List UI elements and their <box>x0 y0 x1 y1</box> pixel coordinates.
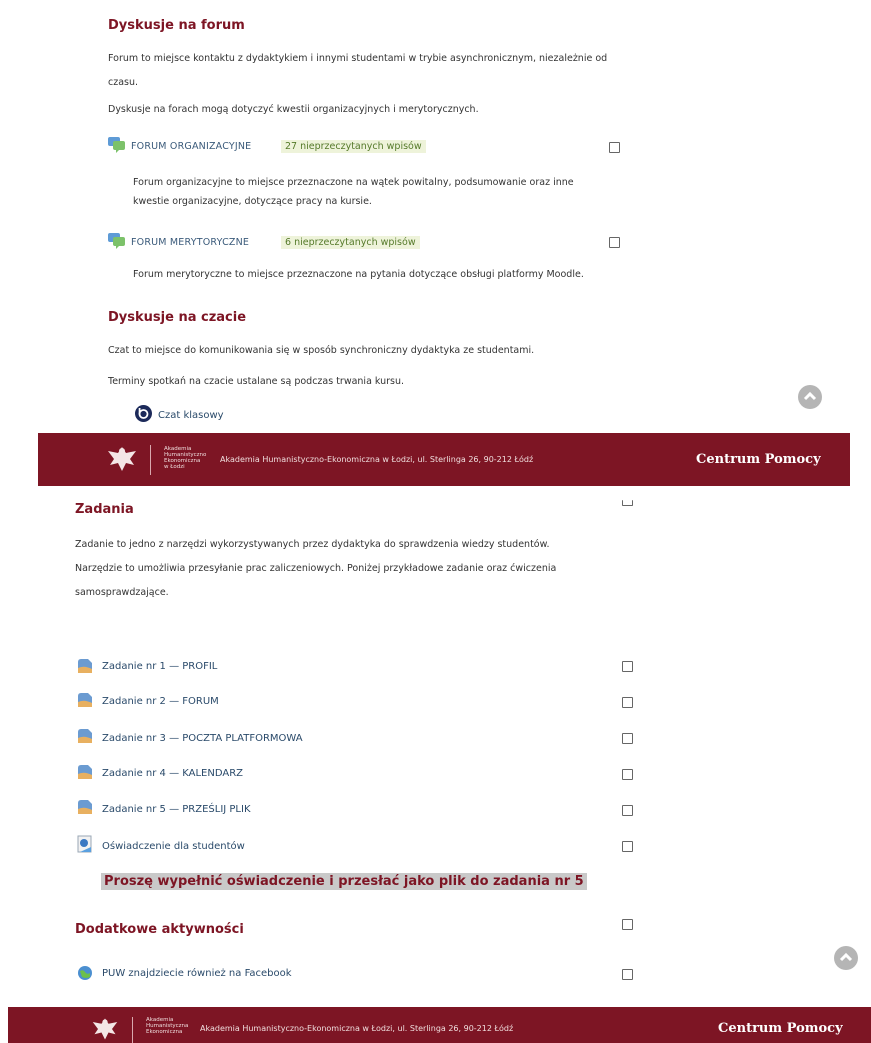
footer: Akademia Humanistyczno Ekonomiczna w Łod… <box>38 433 850 486</box>
forum-desc-line2: czasu. <box>108 77 139 88</box>
completion-checkbox[interactable] <box>622 919 633 930</box>
document-icon <box>76 835 94 853</box>
completion-checkbox[interactable] <box>622 969 633 980</box>
completion-checkbox[interactable] <box>622 841 633 852</box>
url-icon <box>77 965 93 981</box>
tasks-desc-line2: Narzędzie to umożliwia przesyłanie prac … <box>75 563 557 574</box>
completion-checkbox[interactable] <box>622 733 633 744</box>
tasks-desc-line1: Zadanie to jedno z narzędzi wykorzystywa… <box>75 539 550 550</box>
task-link-5[interactable]: Zadanie nr 5 — PRZEŚLIJ PLIK <box>102 804 251 815</box>
completion-checkbox[interactable] <box>609 142 620 153</box>
forum-heading: Dyskusje na forum <box>108 18 245 33</box>
task-link-4[interactable]: Zadanie nr 4 — KALENDARZ <box>102 768 243 779</box>
chat-icon <box>135 405 152 422</box>
forum-merytoryczne-unread[interactable]: 6 nieprzeczytanych wpisów <box>281 236 420 249</box>
forum-desc2: Dyskusje na forach mogą dotyczyć kwestii… <box>108 104 479 115</box>
extra-heading: Dodatkowe aktywności <box>75 922 244 937</box>
task-link-2[interactable]: Zadanie nr 2 — FORUM <box>102 696 219 707</box>
tasks-desc-line3: samosprawdzające. <box>75 587 169 598</box>
footer-address: Akademia Humanistyczno-Ekonomiczna w Łod… <box>220 455 534 464</box>
assignment-icon <box>76 798 94 816</box>
university-name: Akademia Humanistyczna Ekonomiczna <box>146 1017 189 1035</box>
help-center-link[interactable]: Centrum Pomocy <box>718 1021 843 1036</box>
assignment-icon <box>76 691 94 709</box>
task-link-1[interactable]: Zadanie nr 1 — PROFIL <box>102 661 217 672</box>
forum-organizacyjne-unread[interactable]: 27 nieprzeczytanych wpisów <box>281 140 426 153</box>
tasks-heading: Zadania <box>75 502 134 517</box>
footer-separator <box>132 1017 133 1043</box>
forum-organizacyjne-desc-line2: kwestie organizacyjne, dotyczące pracy n… <box>133 196 372 207</box>
chevron-up-icon <box>839 952 853 962</box>
assignment-icon <box>76 727 94 745</box>
completion-checkbox[interactable] <box>609 237 620 248</box>
chat-desc2: Terminy spotkań na czacie ustalane są po… <box>108 376 405 387</box>
forum-icon <box>108 233 126 249</box>
completion-checkbox[interactable] <box>622 661 633 672</box>
forum-merytoryczne-desc: Forum merytoryczne to miejsce przeznaczo… <box>133 269 584 280</box>
university-name: Akademia Humanistyczno Ekonomiczna w Łod… <box>164 446 207 470</box>
completion-checkbox[interactable] <box>622 805 633 816</box>
chat-desc1: Czat to miejsce do komunikowania się w s… <box>108 345 535 356</box>
completion-checkbox[interactable] <box>622 769 633 780</box>
scroll-top-button[interactable] <box>798 385 822 409</box>
chat-heading: Dyskusje na czacie <box>108 310 247 325</box>
university-eagle-logo <box>104 443 140 475</box>
chevron-up-icon <box>803 391 817 401</box>
forum-organizacyjne-desc-line1: Forum organizacyjne to miejsce przeznacz… <box>133 177 574 188</box>
scroll-top-button[interactable] <box>834 946 858 970</box>
help-center-link[interactable]: Centrum Pomocy <box>696 452 821 467</box>
facebook-link[interactable]: PUW znajdziecie również na Facebook <box>102 968 292 979</box>
forum-desc-line1: Forum to miejsce kontaktu z dydaktykiem … <box>108 53 608 64</box>
chat-link[interactable]: Czat klasowy <box>158 410 224 421</box>
declaration-link[interactable]: Oświadczenie dla studentów <box>102 841 245 852</box>
forum-merytoryczne-link[interactable]: FORUM MERYTORYCZNE <box>131 237 249 248</box>
footer: Akademia Humanistyczna Ekonomiczna Akade… <box>8 1007 871 1043</box>
completion-checkbox[interactable] <box>622 697 633 708</box>
forum-organizacyjne-link[interactable]: FORUM ORGANIZACYJNE <box>131 141 251 152</box>
footer-address: Akademia Humanistyczno-Ekonomiczna w Łod… <box>200 1024 514 1033</box>
assignment-icon <box>76 657 94 675</box>
declaration-note: Proszę wypełnić oświadczenie i przesłać … <box>101 873 587 890</box>
footer-separator <box>150 445 151 475</box>
task-link-3[interactable]: Zadanie nr 3 — POCZTA PLATFORMOWA <box>102 733 303 744</box>
completion-checkbox[interactable] <box>622 500 633 506</box>
assignment-icon <box>76 763 94 781</box>
university-eagle-logo <box>88 1015 122 1043</box>
forum-icon <box>108 137 126 153</box>
